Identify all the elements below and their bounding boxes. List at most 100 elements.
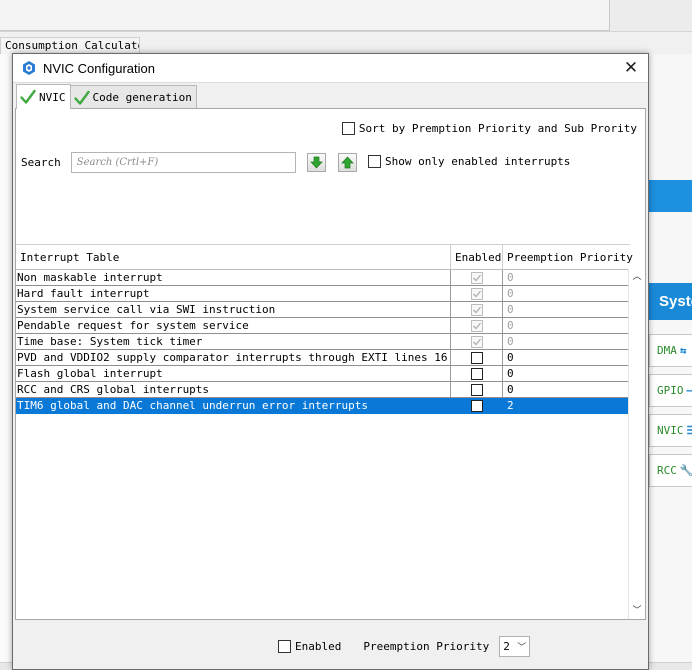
checkmark-icon bbox=[73, 90, 90, 105]
background-tab-consumption-calculator[interactable]: Consumption Calculator bbox=[0, 37, 140, 54]
sort-by-priority-option[interactable]: Sort by Premption Priority and Sub Prori… bbox=[341, 122, 637, 135]
chevron-down-icon: ﹀ bbox=[517, 642, 527, 653]
table-row[interactable]: PVD and VDDIO2 supply comparator interru… bbox=[16, 350, 630, 366]
preemption-priority-cell[interactable]: 0 bbox=[503, 334, 630, 349]
interrupt-name: TIM6 global and DAC channel underrun err… bbox=[16, 398, 451, 413]
enabled-cell bbox=[451, 350, 503, 365]
background-toolbar bbox=[0, 0, 692, 32]
tab-bar: NVIC Code generation bbox=[16, 84, 197, 109]
preemption-priority-cell[interactable]: 0 bbox=[503, 286, 630, 301]
chevron-down-icon[interactable]: ﹀ bbox=[629, 603, 645, 619]
table-row[interactable]: Time base: System tick timer 0 bbox=[16, 334, 630, 350]
enabled-cell bbox=[451, 286, 503, 301]
interrupt-name: RCC and CRS global interrupts bbox=[16, 382, 451, 397]
enabled-cell bbox=[451, 318, 503, 333]
enabled-checkbox bbox=[471, 303, 483, 316]
enabled-checkbox[interactable] bbox=[471, 351, 483, 364]
background-system-header: Syste bbox=[648, 283, 692, 320]
preemption-priority-cell[interactable]: 0 bbox=[503, 270, 630, 285]
side-button-nvic[interactable]: NVIC☰ bbox=[649, 414, 692, 447]
table-body: Non maskable interrupt 0 Hard fault interr… bbox=[16, 270, 630, 414]
side-button-label: GPIO bbox=[657, 384, 684, 397]
wrench-icon: 🔧 bbox=[680, 464, 692, 477]
preemption-priority-cell[interactable]: 0 bbox=[503, 318, 630, 333]
nvic-icon: ☰ bbox=[687, 424, 692, 437]
enabled-checkbox[interactable] bbox=[471, 399, 483, 412]
preemption-priority-value: 2 bbox=[503, 639, 510, 653]
preemption-priority-cell[interactable]: 2 bbox=[503, 398, 630, 413]
side-button-dma[interactable]: DMA ⇆ bbox=[649, 334, 692, 367]
enabled-cell bbox=[451, 382, 503, 397]
checkmark-icon bbox=[20, 89, 36, 104]
enabled-checkbox[interactable] bbox=[471, 367, 483, 380]
table-row[interactable]: Hard fault interrupt 0 bbox=[16, 286, 630, 302]
background-blue-bar bbox=[648, 180, 692, 212]
tab-code-generation[interactable]: Code generation bbox=[69, 85, 197, 109]
show-only-enabled-option[interactable]: Show only enabled interrupts bbox=[368, 155, 570, 168]
preemption-priority-cell[interactable]: 0 bbox=[503, 302, 630, 317]
table-row[interactable]: System service call via SWI instruction 0 bbox=[16, 302, 630, 318]
app-hexagon-icon bbox=[23, 61, 35, 75]
table-row[interactable]: TIM6 global and DAC channel underrun err… bbox=[16, 398, 630, 414]
side-button-label: NVIC bbox=[657, 424, 684, 437]
sort-by-priority-checkbox[interactable] bbox=[341, 122, 355, 135]
dialog-title: NVIC Configuration bbox=[43, 60, 155, 76]
enabled-checkbox[interactable] bbox=[471, 383, 483, 396]
search-next-button[interactable] bbox=[306, 153, 326, 172]
interrupt-name: Non maskable interrupt bbox=[16, 270, 451, 285]
table-row[interactable]: Pendable request for system service 0 bbox=[16, 318, 630, 334]
nvic-panel: Sort by Premption Priority and Sub Prori… bbox=[15, 108, 646, 620]
column-header-enabled[interactable]: Enabled bbox=[451, 245, 503, 269]
background-toolbar-panel bbox=[0, 0, 610, 31]
interrupt-name: System service call via SWI instruction bbox=[16, 302, 451, 317]
table-row[interactable]: RCC and CRS global interrupts 0 bbox=[16, 382, 630, 398]
enabled-checkbox bbox=[471, 271, 483, 284]
chevron-up-icon[interactable]: ︿ bbox=[629, 269, 645, 285]
dma-icon: ⇆ bbox=[679, 344, 687, 357]
show-only-enabled-checkbox[interactable] bbox=[368, 155, 381, 168]
column-header-preemption-priority[interactable]: Preemption Priority bbox=[503, 245, 633, 269]
side-button-rcc[interactable]: RCC🔧 bbox=[649, 454, 692, 487]
enabled-label: Enabled bbox=[295, 639, 342, 653]
tab-nvic[interactable]: NVIC bbox=[16, 84, 71, 109]
search-label: Search bbox=[21, 156, 61, 169]
enabled-checkbox[interactable] bbox=[278, 639, 291, 653]
side-button-gpio[interactable]: GPIO— bbox=[649, 374, 692, 407]
search-bar: Search Search (Crtl+F) bbox=[21, 152, 357, 173]
table-scrollbar[interactable]: ︿ ﹀ bbox=[628, 269, 645, 619]
interrupt-name: Pendable request for system service bbox=[16, 318, 451, 333]
arrow-up-icon bbox=[340, 156, 354, 169]
interrupt-name: Time base: System tick timer bbox=[16, 334, 451, 349]
enabled-cell bbox=[451, 334, 503, 349]
preemption-priority-label: Preemption Priority bbox=[363, 639, 490, 653]
enabled-cell bbox=[451, 398, 503, 413]
enabled-checkbox bbox=[471, 335, 483, 348]
gpio-icon: — bbox=[687, 384, 692, 397]
side-button-label: RCC bbox=[657, 464, 677, 477]
interrupt-name: PVD and VDDIO2 supply comparator interru… bbox=[17, 350, 451, 365]
table-row[interactable]: Flash global interrupt 0 bbox=[16, 366, 630, 382]
preemption-priority-cell[interactable]: 0 bbox=[503, 350, 630, 365]
enabled-cell bbox=[451, 302, 503, 317]
close-icon[interactable]: ✕ bbox=[616, 54, 646, 82]
enabled-cell bbox=[451, 270, 503, 285]
nvic-configuration-dialog: NVIC Configuration ✕ NVIC Code generatio… bbox=[12, 53, 649, 670]
preemption-priority-cell[interactable]: 0 bbox=[503, 366, 630, 381]
sort-by-priority-label: Sort by Premption Priority and Sub Prori… bbox=[358, 122, 637, 135]
dialog-titlebar[interactable]: NVIC Configuration ✕ bbox=[13, 54, 648, 83]
column-header-interrupt[interactable]: Interrupt Table bbox=[16, 245, 451, 269]
preemption-priority-select[interactable]: 2 ﹀ bbox=[499, 635, 531, 657]
enabled-cell bbox=[451, 366, 503, 381]
table-row[interactable]: Non maskable interrupt 0 bbox=[16, 270, 630, 286]
search-previous-button[interactable] bbox=[337, 153, 357, 172]
table-header: Interrupt Table Enabled Preemption Prior… bbox=[16, 245, 633, 270]
search-input[interactable]: Search (Crtl+F) bbox=[70, 152, 296, 173]
interrupt-name: Flash global interrupt bbox=[16, 366, 451, 381]
selection-editor: Enabled Preemption Priority 2 ﹀ bbox=[13, 632, 648, 660]
tab-label: Code generation bbox=[92, 91, 192, 104]
preemption-priority-cell[interactable]: 0 bbox=[503, 382, 630, 397]
background-left-panel bbox=[0, 54, 12, 662]
show-only-enabled-label: Show only enabled interrupts bbox=[385, 155, 571, 168]
enabled-checkbox bbox=[471, 319, 483, 332]
enabled-checkbox bbox=[471, 287, 483, 300]
